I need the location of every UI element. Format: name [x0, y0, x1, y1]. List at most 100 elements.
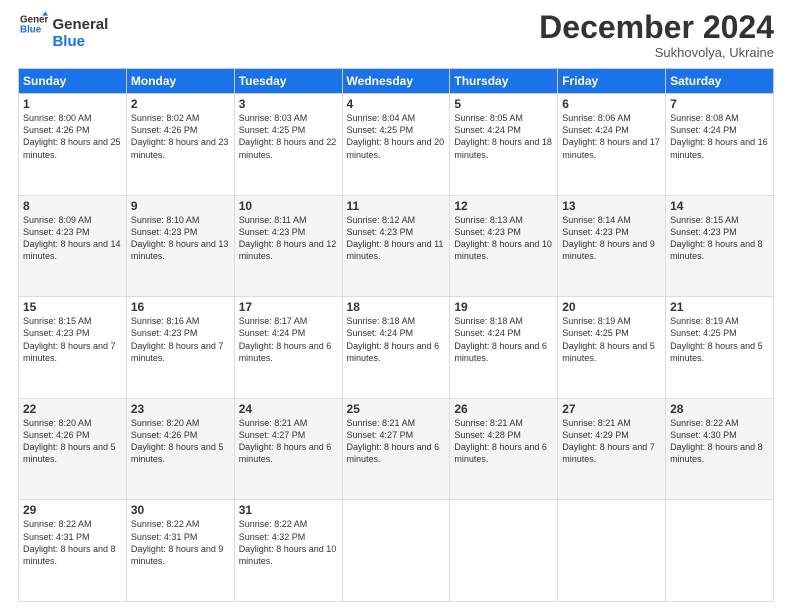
day-info: Sunrise: 8:21 AMSunset: 4:28 PMDaylight:… — [454, 418, 547, 464]
calendar-cell: 21 Sunrise: 8:19 AMSunset: 4:25 PMDaylig… — [666, 297, 774, 399]
title-block: December 2024 Sukhovolya, Ukraine — [539, 10, 774, 60]
day-info: Sunrise: 8:22 AMSunset: 4:31 PMDaylight:… — [23, 519, 116, 565]
calendar-cell: 10 Sunrise: 8:11 AMSunset: 4:23 PMDaylig… — [234, 195, 342, 297]
logo-line1: General — [52, 17, 108, 34]
week-row-1: 1 Sunrise: 8:00 AMSunset: 4:26 PMDayligh… — [19, 94, 774, 196]
calendar-cell: 26 Sunrise: 8:21 AMSunset: 4:28 PMDaylig… — [450, 398, 558, 500]
week-row-4: 22 Sunrise: 8:20 AMSunset: 4:26 PMDaylig… — [19, 398, 774, 500]
day-number: 2 — [131, 97, 230, 111]
calendar-cell: 19 Sunrise: 8:18 AMSunset: 4:24 PMDaylig… — [450, 297, 558, 399]
day-info: Sunrise: 8:03 AMSunset: 4:25 PMDaylight:… — [239, 113, 337, 159]
svg-text:Blue: Blue — [20, 24, 42, 35]
calendar-cell: 7 Sunrise: 8:08 AMSunset: 4:24 PMDayligh… — [666, 94, 774, 196]
calendar-cell: 29 Sunrise: 8:22 AMSunset: 4:31 PMDaylig… — [19, 500, 127, 602]
calendar-cell: 18 Sunrise: 8:18 AMSunset: 4:24 PMDaylig… — [342, 297, 450, 399]
day-info: Sunrise: 8:22 AMSunset: 4:32 PMDaylight:… — [239, 519, 337, 565]
day-info: Sunrise: 8:19 AMSunset: 4:25 PMDaylight:… — [562, 316, 655, 362]
day-info: Sunrise: 8:10 AMSunset: 4:23 PMDaylight:… — [131, 215, 229, 261]
day-info: Sunrise: 8:21 AMSunset: 4:29 PMDaylight:… — [562, 418, 655, 464]
days-header-row: SundayMondayTuesdayWednesdayThursdayFrid… — [19, 69, 774, 94]
day-info: Sunrise: 8:22 AMSunset: 4:30 PMDaylight:… — [670, 418, 763, 464]
day-info: Sunrise: 8:20 AMSunset: 4:26 PMDaylight:… — [23, 418, 116, 464]
day-number: 21 — [670, 300, 769, 314]
calendar-cell — [558, 500, 666, 602]
day-number: 5 — [454, 97, 553, 111]
day-number: 7 — [670, 97, 769, 111]
day-number: 31 — [239, 503, 338, 517]
calendar-table: SundayMondayTuesdayWednesdayThursdayFrid… — [18, 68, 774, 602]
calendar-cell: 16 Sunrise: 8:16 AMSunset: 4:23 PMDaylig… — [126, 297, 234, 399]
day-number: 6 — [562, 97, 661, 111]
day-number: 28 — [670, 402, 769, 416]
day-header-sunday: Sunday — [19, 69, 127, 94]
day-number: 16 — [131, 300, 230, 314]
calendar-cell — [342, 500, 450, 602]
calendar-cell: 27 Sunrise: 8:21 AMSunset: 4:29 PMDaylig… — [558, 398, 666, 500]
calendar-cell: 20 Sunrise: 8:19 AMSunset: 4:25 PMDaylig… — [558, 297, 666, 399]
calendar-cell: 12 Sunrise: 8:13 AMSunset: 4:23 PMDaylig… — [450, 195, 558, 297]
calendar-cell: 9 Sunrise: 8:10 AMSunset: 4:23 PMDayligh… — [126, 195, 234, 297]
calendar-cell: 15 Sunrise: 8:15 AMSunset: 4:23 PMDaylig… — [19, 297, 127, 399]
day-number: 27 — [562, 402, 661, 416]
day-number: 24 — [239, 402, 338, 416]
day-number: 8 — [23, 199, 122, 213]
calendar-cell: 2 Sunrise: 8:02 AMSunset: 4:26 PMDayligh… — [126, 94, 234, 196]
day-number: 14 — [670, 199, 769, 213]
day-info: Sunrise: 8:13 AMSunset: 4:23 PMDaylight:… — [454, 215, 552, 261]
day-info: Sunrise: 8:08 AMSunset: 4:24 PMDaylight:… — [670, 113, 768, 159]
calendar-cell — [666, 500, 774, 602]
calendar-cell: 8 Sunrise: 8:09 AMSunset: 4:23 PMDayligh… — [19, 195, 127, 297]
calendar-cell — [450, 500, 558, 602]
day-number: 25 — [347, 402, 446, 416]
day-number: 11 — [347, 199, 446, 213]
logo: General Blue General Blue — [18, 10, 108, 50]
day-info: Sunrise: 8:17 AMSunset: 4:24 PMDaylight:… — [239, 316, 332, 362]
calendar-cell: 3 Sunrise: 8:03 AMSunset: 4:25 PMDayligh… — [234, 94, 342, 196]
calendar-cell: 4 Sunrise: 8:04 AMSunset: 4:25 PMDayligh… — [342, 94, 450, 196]
day-info: Sunrise: 8:06 AMSunset: 4:24 PMDaylight:… — [562, 113, 660, 159]
calendar-cell: 31 Sunrise: 8:22 AMSunset: 4:32 PMDaylig… — [234, 500, 342, 602]
day-number: 1 — [23, 97, 122, 111]
day-info: Sunrise: 8:19 AMSunset: 4:25 PMDaylight:… — [670, 316, 763, 362]
calendar-cell: 13 Sunrise: 8:14 AMSunset: 4:23 PMDaylig… — [558, 195, 666, 297]
calendar-body: 1 Sunrise: 8:00 AMSunset: 4:26 PMDayligh… — [19, 94, 774, 602]
day-info: Sunrise: 8:14 AMSunset: 4:23 PMDaylight:… — [562, 215, 655, 261]
day-info: Sunrise: 8:18 AMSunset: 4:24 PMDaylight:… — [454, 316, 547, 362]
day-info: Sunrise: 8:15 AMSunset: 4:23 PMDaylight:… — [23, 316, 116, 362]
day-number: 10 — [239, 199, 338, 213]
week-row-2: 8 Sunrise: 8:09 AMSunset: 4:23 PMDayligh… — [19, 195, 774, 297]
day-number: 18 — [347, 300, 446, 314]
day-info: Sunrise: 8:11 AMSunset: 4:23 PMDaylight:… — [239, 215, 337, 261]
day-number: 4 — [347, 97, 446, 111]
calendar-cell: 28 Sunrise: 8:22 AMSunset: 4:30 PMDaylig… — [666, 398, 774, 500]
calendar-cell: 6 Sunrise: 8:06 AMSunset: 4:24 PMDayligh… — [558, 94, 666, 196]
calendar-cell: 5 Sunrise: 8:05 AMSunset: 4:24 PMDayligh… — [450, 94, 558, 196]
week-row-5: 29 Sunrise: 8:22 AMSunset: 4:31 PMDaylig… — [19, 500, 774, 602]
day-number: 30 — [131, 503, 230, 517]
day-info: Sunrise: 8:21 AMSunset: 4:27 PMDaylight:… — [239, 418, 332, 464]
day-number: 26 — [454, 402, 553, 416]
day-info: Sunrise: 8:21 AMSunset: 4:27 PMDaylight:… — [347, 418, 440, 464]
day-info: Sunrise: 8:18 AMSunset: 4:24 PMDaylight:… — [347, 316, 440, 362]
page: General Blue General Blue December 2024 … — [0, 0, 792, 612]
day-info: Sunrise: 8:22 AMSunset: 4:31 PMDaylight:… — [131, 519, 224, 565]
day-number: 17 — [239, 300, 338, 314]
calendar-cell: 30 Sunrise: 8:22 AMSunset: 4:31 PMDaylig… — [126, 500, 234, 602]
month-title: December 2024 — [539, 10, 774, 45]
location-subtitle: Sukhovolya, Ukraine — [539, 45, 774, 60]
day-number: 15 — [23, 300, 122, 314]
day-header-monday: Monday — [126, 69, 234, 94]
calendar-cell: 25 Sunrise: 8:21 AMSunset: 4:27 PMDaylig… — [342, 398, 450, 500]
day-header-friday: Friday — [558, 69, 666, 94]
day-info: Sunrise: 8:02 AMSunset: 4:26 PMDaylight:… — [131, 113, 229, 159]
calendar-cell: 14 Sunrise: 8:15 AMSunset: 4:23 PMDaylig… — [666, 195, 774, 297]
day-info: Sunrise: 8:12 AMSunset: 4:23 PMDaylight:… — [347, 215, 444, 261]
day-header-wednesday: Wednesday — [342, 69, 450, 94]
day-number: 20 — [562, 300, 661, 314]
logo-line2: Blue — [52, 34, 108, 51]
day-info: Sunrise: 8:20 AMSunset: 4:26 PMDaylight:… — [131, 418, 224, 464]
day-number: 19 — [454, 300, 553, 314]
calendar-cell: 22 Sunrise: 8:20 AMSunset: 4:26 PMDaylig… — [19, 398, 127, 500]
calendar-cell: 23 Sunrise: 8:20 AMSunset: 4:26 PMDaylig… — [126, 398, 234, 500]
day-header-thursday: Thursday — [450, 69, 558, 94]
